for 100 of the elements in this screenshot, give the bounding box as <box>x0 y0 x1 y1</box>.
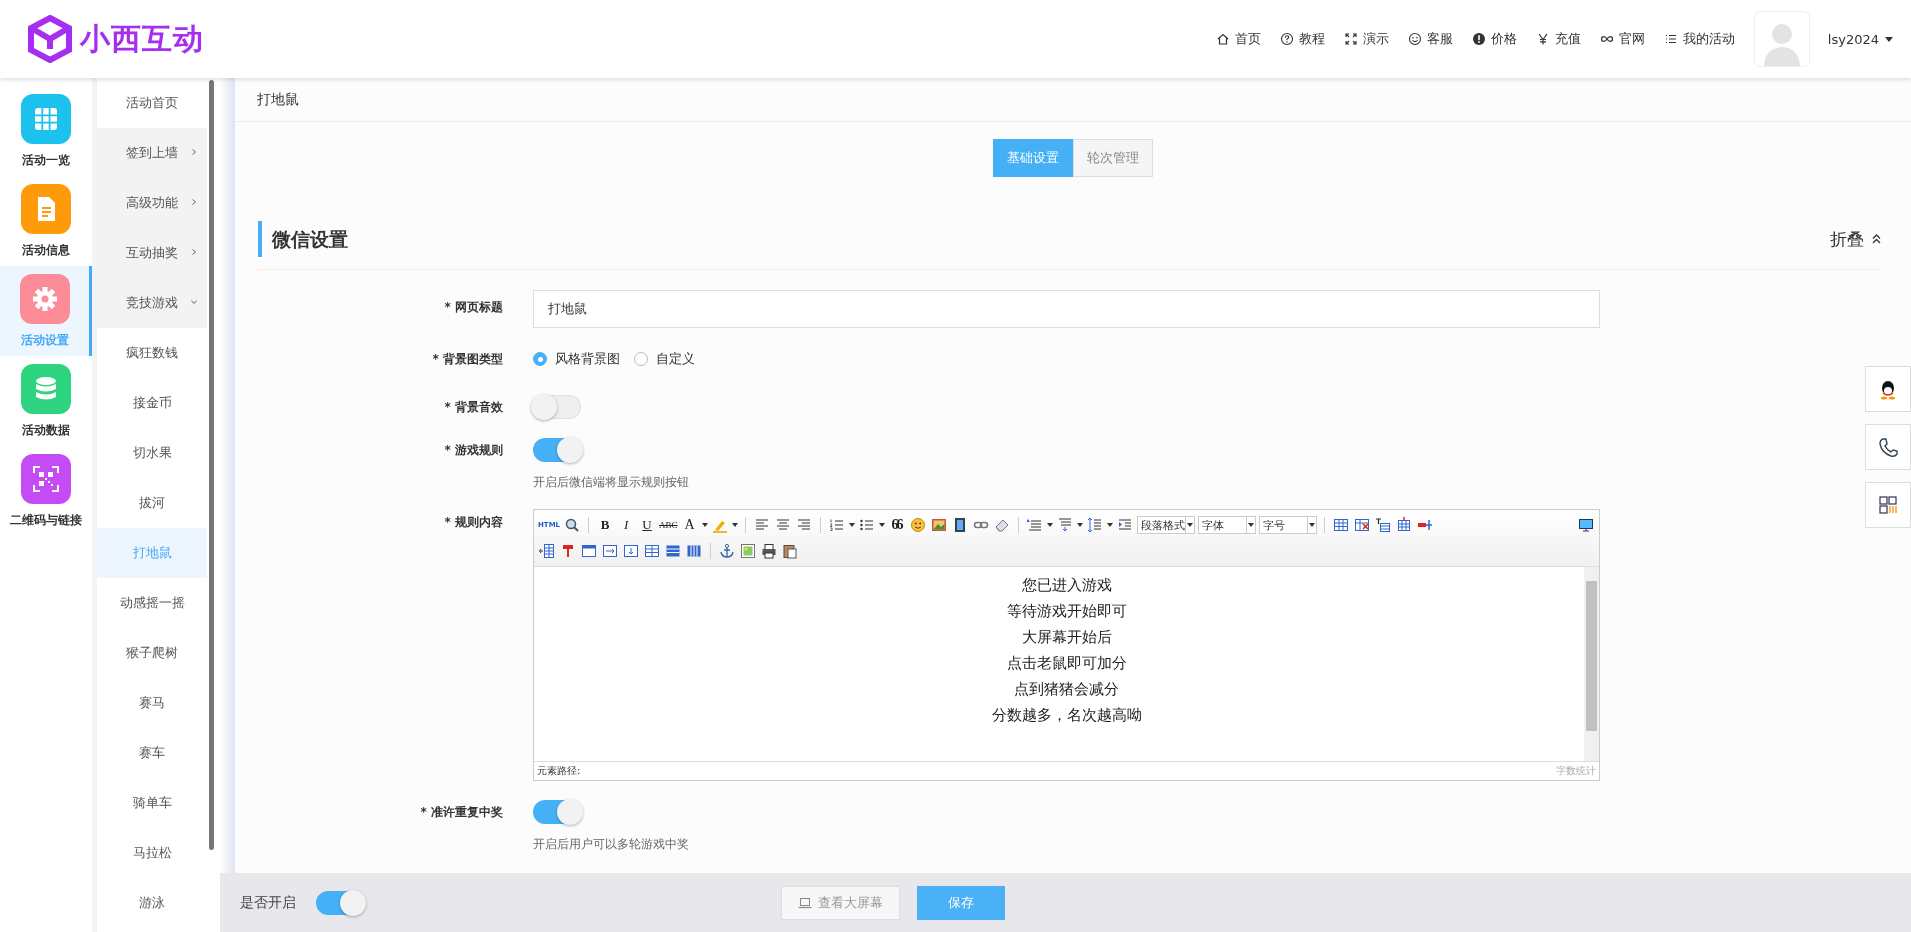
chevron-right-icon <box>191 149 197 155</box>
smiley-icon <box>1407 32 1422 46</box>
font-color-button[interactable]: A <box>680 515 699 535</box>
field-label: * 准许重复中奖 <box>419 804 503 821</box>
table-columns-icon[interactable] <box>686 543 702 559</box>
table-delete-icon[interactable] <box>1353 517 1370 533</box>
image-icon[interactable] <box>930 517 947 533</box>
dropdown-arrow-icon[interactable] <box>1106 523 1113 527</box>
user-menu[interactable]: lsy2024 <box>1827 31 1893 47</box>
paste-icon[interactable] <box>782 543 798 559</box>
toggle-switch[interactable] <box>533 800 581 824</box>
fullscreen-icon <box>1343 32 1358 46</box>
line-height-icon[interactable] <box>1086 517 1103 533</box>
submenu-group[interactable]: 互动抽奖 <box>97 228 207 278</box>
nav-link[interactable]: 充值 <box>1535 30 1581 48</box>
anchor-icon[interactable] <box>719 543 735 559</box>
eraser-icon[interactable] <box>993 517 1010 533</box>
chevron-down-icon <box>191 299 197 305</box>
element-path-label: 元素路径: <box>537 764 581 778</box>
radio-label[interactable]: 自定义 <box>656 350 695 368</box>
align-center-icon[interactable] <box>774 517 791 533</box>
italic-button[interactable]: I <box>617 515 636 535</box>
sidebar-item[interactable]: 活动数据 <box>0 356 92 446</box>
search-icon[interactable] <box>564 517 581 533</box>
blockquote-button[interactable]: 66 <box>887 515 906 535</box>
radio-button[interactable] <box>533 352 547 366</box>
nav-link[interactable]: 首页 <box>1215 30 1261 48</box>
nav-link[interactable]: 教程 <box>1279 30 1325 48</box>
logo-text: 小西互动 <box>80 19 204 58</box>
gear-icon <box>30 284 59 313</box>
editor-text-line: 点击老鼠即可加分 <box>1005 653 1128 674</box>
text-input[interactable]: 打地鼠 <box>533 290 1600 328</box>
nav-link[interactable]: 演示 <box>1343 30 1389 48</box>
submenu-group[interactable]: 高级功能 <box>97 178 207 228</box>
scrollbar-thumb[interactable] <box>209 80 214 850</box>
sidebar-item[interactable]: 活动一览 <box>0 86 92 176</box>
field-label: * 背景图类型 <box>431 351 503 368</box>
sidebar-item[interactable]: 二维码与链接 <box>0 446 92 536</box>
toggle-switch[interactable] <box>533 395 581 419</box>
radio-button[interactable] <box>634 352 648 366</box>
insert-column-icon[interactable] <box>539 543 555 559</box>
sidebar-item[interactable]: 活动信息 <box>0 176 92 266</box>
align-left-icon[interactable] <box>753 517 770 533</box>
double-chevron-up-icon <box>1872 234 1881 244</box>
toolbar-dropdown[interactable]: 字号 <box>1258 516 1317 534</box>
collapse-toggle[interactable]: 折叠 <box>1830 227 1881 251</box>
align-right-icon[interactable] <box>795 517 812 533</box>
enable-label: 是否开启 <box>240 893 296 912</box>
caret-icon <box>1885 36 1893 42</box>
floating-button[interactable] <box>1865 424 1911 470</box>
home-icon <box>1215 32 1230 46</box>
underline-button[interactable]: U <box>638 515 657 535</box>
dropdown-arrow-icon[interactable] <box>1046 523 1053 527</box>
table-icon[interactable] <box>1332 517 1349 533</box>
nav-link[interactable]: 价格 <box>1471 30 1517 48</box>
caret-icon <box>1186 523 1193 527</box>
chevron-right-icon <box>191 249 197 255</box>
submenu-group[interactable]: 签到上墙 <box>97 128 207 178</box>
list-icon <box>1663 32 1678 46</box>
dropdown-arrow-icon[interactable] <box>731 523 738 527</box>
floating-button[interactable] <box>1865 366 1911 412</box>
toggle-switch[interactable] <box>533 438 581 462</box>
toolbar-dropdown[interactable]: 段落格式 <box>1136 516 1195 534</box>
caret-icon <box>1308 523 1315 527</box>
submenu-group[interactable]: 竞技游戏 <box>97 278 207 328</box>
dropdown-arrow-icon[interactable] <box>878 523 885 527</box>
phone-icon <box>1877 436 1899 458</box>
field-label: * 网页标题 <box>443 299 503 316</box>
table-caption-icon[interactable] <box>1374 517 1391 533</box>
table-header-icon[interactable] <box>581 543 597 559</box>
smiley-icon[interactable] <box>909 517 926 533</box>
strikethrough-button[interactable]: ABC <box>659 515 678 535</box>
bullet-list-icon[interactable] <box>858 517 875 533</box>
dropdown-arrow-icon[interactable] <box>848 523 855 527</box>
merge-right-icon[interactable] <box>602 543 618 559</box>
split-cell-icon[interactable] <box>1416 517 1433 533</box>
caret-icon <box>1247 523 1254 527</box>
toggle-switch[interactable] <box>316 890 364 915</box>
insert-row-icon[interactable] <box>1395 517 1412 533</box>
nav-link[interactable]: 我的活动 <box>1663 30 1735 48</box>
nav-link[interactable]: 官网 <box>1599 30 1645 48</box>
radio-label[interactable]: 风格背景图 <box>555 350 620 368</box>
table-rows-icon[interactable] <box>665 543 681 559</box>
monitor-icon[interactable] <box>1578 517 1594 533</box>
editor-text-line: 等待游戏开始即可 <box>1005 601 1128 622</box>
dropdown-arrow-icon[interactable] <box>1076 523 1083 527</box>
section-title: 微信设置 <box>258 221 348 257</box>
editor-text-line: 您已进入游戏 <box>1020 575 1113 596</box>
toolbar-dropdown[interactable]: 字体 <box>1197 516 1256 534</box>
laptop-icon <box>798 896 812 909</box>
table-cells-icon[interactable] <box>644 543 660 559</box>
picture-icon[interactable] <box>740 543 756 559</box>
editor-text-line: 大屏幕开始后 <box>1020 627 1113 648</box>
scrollbar[interactable] <box>1584 567 1599 761</box>
printer-icon[interactable] <box>761 543 777 559</box>
dropdown-arrow-icon[interactable] <box>701 523 708 527</box>
bold-button[interactable]: B <box>596 515 615 535</box>
merge-down-icon[interactable] <box>623 543 639 559</box>
nav-link[interactable]: 客服 <box>1407 30 1453 48</box>
exclamation-badge-icon <box>1471 32 1486 46</box>
